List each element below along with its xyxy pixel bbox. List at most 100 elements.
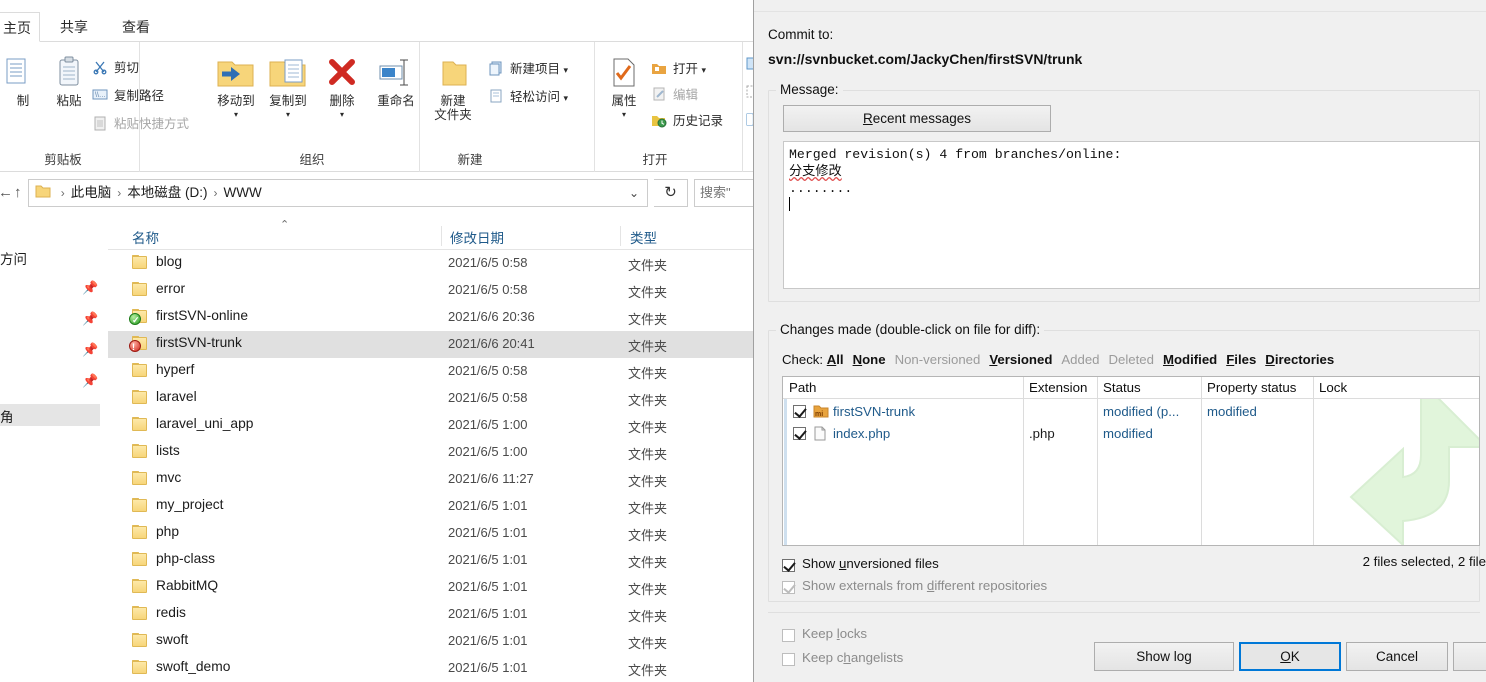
tab-view-label: 查看 [122, 19, 150, 35]
column-divider[interactable] [441, 226, 442, 246]
paste-button[interactable]: 粘贴 [42, 54, 96, 108]
commit-message-input[interactable]: Merged revision(s) 4 from branches/onlin… [783, 141, 1480, 289]
easy-access-button[interactable]: 轻松访问 ▾ [488, 86, 568, 105]
back-icon[interactable]: ← [0, 184, 13, 201]
cell-path: firstSVN-trunk [833, 404, 916, 419]
file-modified-date: 2021/6/5 1:01 [448, 579, 528, 594]
rename-button[interactable]: 重命名 [365, 54, 427, 108]
sort-ascending-icon: ⌃ [280, 219, 290, 231]
new-item-caret-icon[interactable]: ▾ [564, 65, 569, 75]
column-header-extension[interactable]: Extension [1029, 380, 1087, 395]
chevron-down-icon[interactable]: ⌄ [629, 180, 639, 206]
breadcrumb-this-pc[interactable]: 此电脑 [71, 185, 112, 200]
pin-icon: 📌 [82, 342, 99, 357]
file-row[interactable]: php 2021/6/5 1:01 文件夹 [108, 520, 754, 547]
copy-to-caret-icon[interactable]: ▾ [261, 108, 315, 122]
show-unversioned-checkbox[interactable] [782, 559, 795, 572]
tab-view[interactable]: 查看 [112, 12, 160, 42]
folder-icon [132, 579, 149, 595]
edit-button[interactable]: 编辑 [651, 84, 698, 103]
nav-item-selected[interactable]: 角 [0, 404, 100, 426]
file-row[interactable]: mvc 2021/6/6 11:27 文件夹 [108, 466, 754, 493]
history-button[interactable]: 历史记录 [651, 110, 723, 129]
tab-home[interactable]: 主页 [0, 12, 40, 42]
check-filter-versioned[interactable]: Versioned [989, 352, 1052, 367]
file-row[interactable]: swoft_demo 2021/6/5 1:01 文件夹 [108, 655, 754, 682]
file-row[interactable]: swoft 2021/6/5 1:01 文件夹 [108, 628, 754, 655]
column-header-property-status[interactable]: Property status [1207, 380, 1296, 395]
check-filter-directories[interactable]: Directories [1265, 352, 1334, 367]
column-header-date[interactable]: 修改日期 [450, 227, 504, 247]
row-checkbox[interactable] [793, 427, 806, 440]
file-row[interactable]: php-class 2021/6/5 1:01 文件夹 [108, 547, 754, 574]
breadcrumb-local-disk-d[interactable]: 本地磁盘 (D:) [127, 185, 207, 200]
move-to-icon [209, 54, 263, 94]
file-explorer-window: 主页 共享 查看 制 粘贴 剪切 \\… 复制路径 粘贴快捷方式 剪贴板 移动到… [0, 0, 754, 682]
file-row[interactable]: hyperf 2021/6/5 0:58 文件夹 [108, 358, 754, 385]
recent-messages-button[interactable]: Recent messages [783, 105, 1051, 132]
new-item-button[interactable]: 新建项目 ▾ [488, 58, 568, 77]
copy-path-button[interactable]: \\… 复制路径 [92, 85, 164, 104]
show-log-button[interactable]: Show log [1094, 642, 1234, 671]
column-header-path[interactable]: Path [789, 380, 816, 395]
delete-button[interactable]: 删除 ▾ [315, 54, 369, 122]
file-type: 文件夹 [628, 528, 668, 543]
cancel-button[interactable]: Cancel [1346, 642, 1448, 671]
new-folder-button[interactable]: 新建 文件夹 [426, 54, 480, 122]
row-checkbox[interactable] [793, 405, 806, 418]
changes-table-row[interactable]: mi firstSVN-trunk modified (p... modified [783, 401, 1479, 423]
cell-status: modified [1103, 426, 1153, 441]
ok-button[interactable]: OK [1239, 642, 1341, 671]
column-header-name[interactable]: 名称 [132, 227, 159, 247]
file-row[interactable]: ✓ firstSVN-online 2021/6/6 20:36 文件夹 [108, 304, 754, 331]
move-to-button[interactable]: 移动到 ▾ [209, 54, 263, 122]
copy-to-label: 复制到 [269, 94, 307, 108]
file-row[interactable]: ! firstSVN-trunk 2021/6/6 20:41 文件夹 [108, 331, 754, 358]
properties-button[interactable]: 属性 ▾ [597, 54, 651, 122]
column-divider[interactable] [620, 226, 621, 246]
paste-label: 粘贴 [56, 94, 82, 108]
search-input[interactable]: 搜索" [694, 179, 754, 207]
keep-changelists-label: Keep changelists [802, 650, 904, 665]
open-button[interactable]: 打开 ▾ [651, 58, 706, 77]
file-row[interactable]: RabbitMQ 2021/6/5 1:01 文件夹 [108, 574, 754, 601]
folder-icon [132, 633, 149, 649]
commit-to-label: Commit to: [768, 27, 834, 42]
open-caret-icon[interactable]: ▾ [702, 65, 707, 75]
move-to-caret-icon[interactable]: ▾ [209, 108, 263, 122]
up-icon[interactable]: ↑ [14, 184, 22, 201]
properties-caret-icon[interactable]: ▾ [597, 108, 651, 122]
file-row[interactable]: blog 2021/6/5 0:58 文件夹 [108, 250, 754, 277]
file-row[interactable]: error 2021/6/5 0:58 文件夹 [108, 277, 754, 304]
check-filter-files[interactable]: Files [1226, 352, 1256, 367]
check-filter-modified[interactable]: Modified [1163, 352, 1217, 367]
check-filter-none[interactable]: None [853, 352, 886, 367]
column-header-status[interactable]: Status [1103, 380, 1141, 395]
file-row[interactable]: lists 2021/6/5 1:00 文件夹 [108, 439, 754, 466]
copy-to-button[interactable]: 复制到 ▾ [261, 54, 315, 122]
check-filter-all[interactable]: All [827, 352, 844, 367]
cut-button[interactable]: 剪切 [92, 57, 139, 76]
breadcrumb-www[interactable]: WWW [224, 185, 262, 200]
paste-shortcut-button[interactable]: 粘贴快捷方式 [92, 113, 189, 132]
folder-icon [132, 417, 149, 433]
nav-quick-access-label[interactable]: 方问 [0, 248, 27, 268]
delete-caret-icon[interactable]: ▾ [315, 108, 369, 122]
easy-access-caret-icon[interactable]: ▾ [564, 93, 569, 103]
address-path-box[interactable]: › 此电脑 › 本地磁盘 (D:) › WWW ⌄ [28, 179, 648, 207]
folder-icon [132, 606, 149, 622]
ok-label: OK [1280, 648, 1300, 664]
file-row[interactable]: redis 2021/6/5 1:01 文件夹 [108, 601, 754, 628]
file-row[interactable]: laravel 2021/6/5 0:58 文件夹 [108, 385, 754, 412]
copy-path-label: 复制路径 [114, 89, 165, 103]
file-type: 文件夹 [628, 609, 668, 624]
column-header-lock[interactable]: Lock [1319, 380, 1347, 395]
help-button[interactable]: H [1453, 642, 1486, 671]
file-row[interactable]: laravel_uni_app 2021/6/5 1:00 文件夹 [108, 412, 754, 439]
new-item-label: 新建项目 [510, 62, 561, 76]
tab-share[interactable]: 共享 [50, 12, 98, 42]
changes-table-row[interactable]: index.php .php modified [783, 423, 1479, 445]
refresh-button[interactable]: ↻ [654, 179, 688, 207]
column-header-type[interactable]: 类型 [630, 227, 657, 247]
file-row[interactable]: my_project 2021/6/5 1:01 文件夹 [108, 493, 754, 520]
